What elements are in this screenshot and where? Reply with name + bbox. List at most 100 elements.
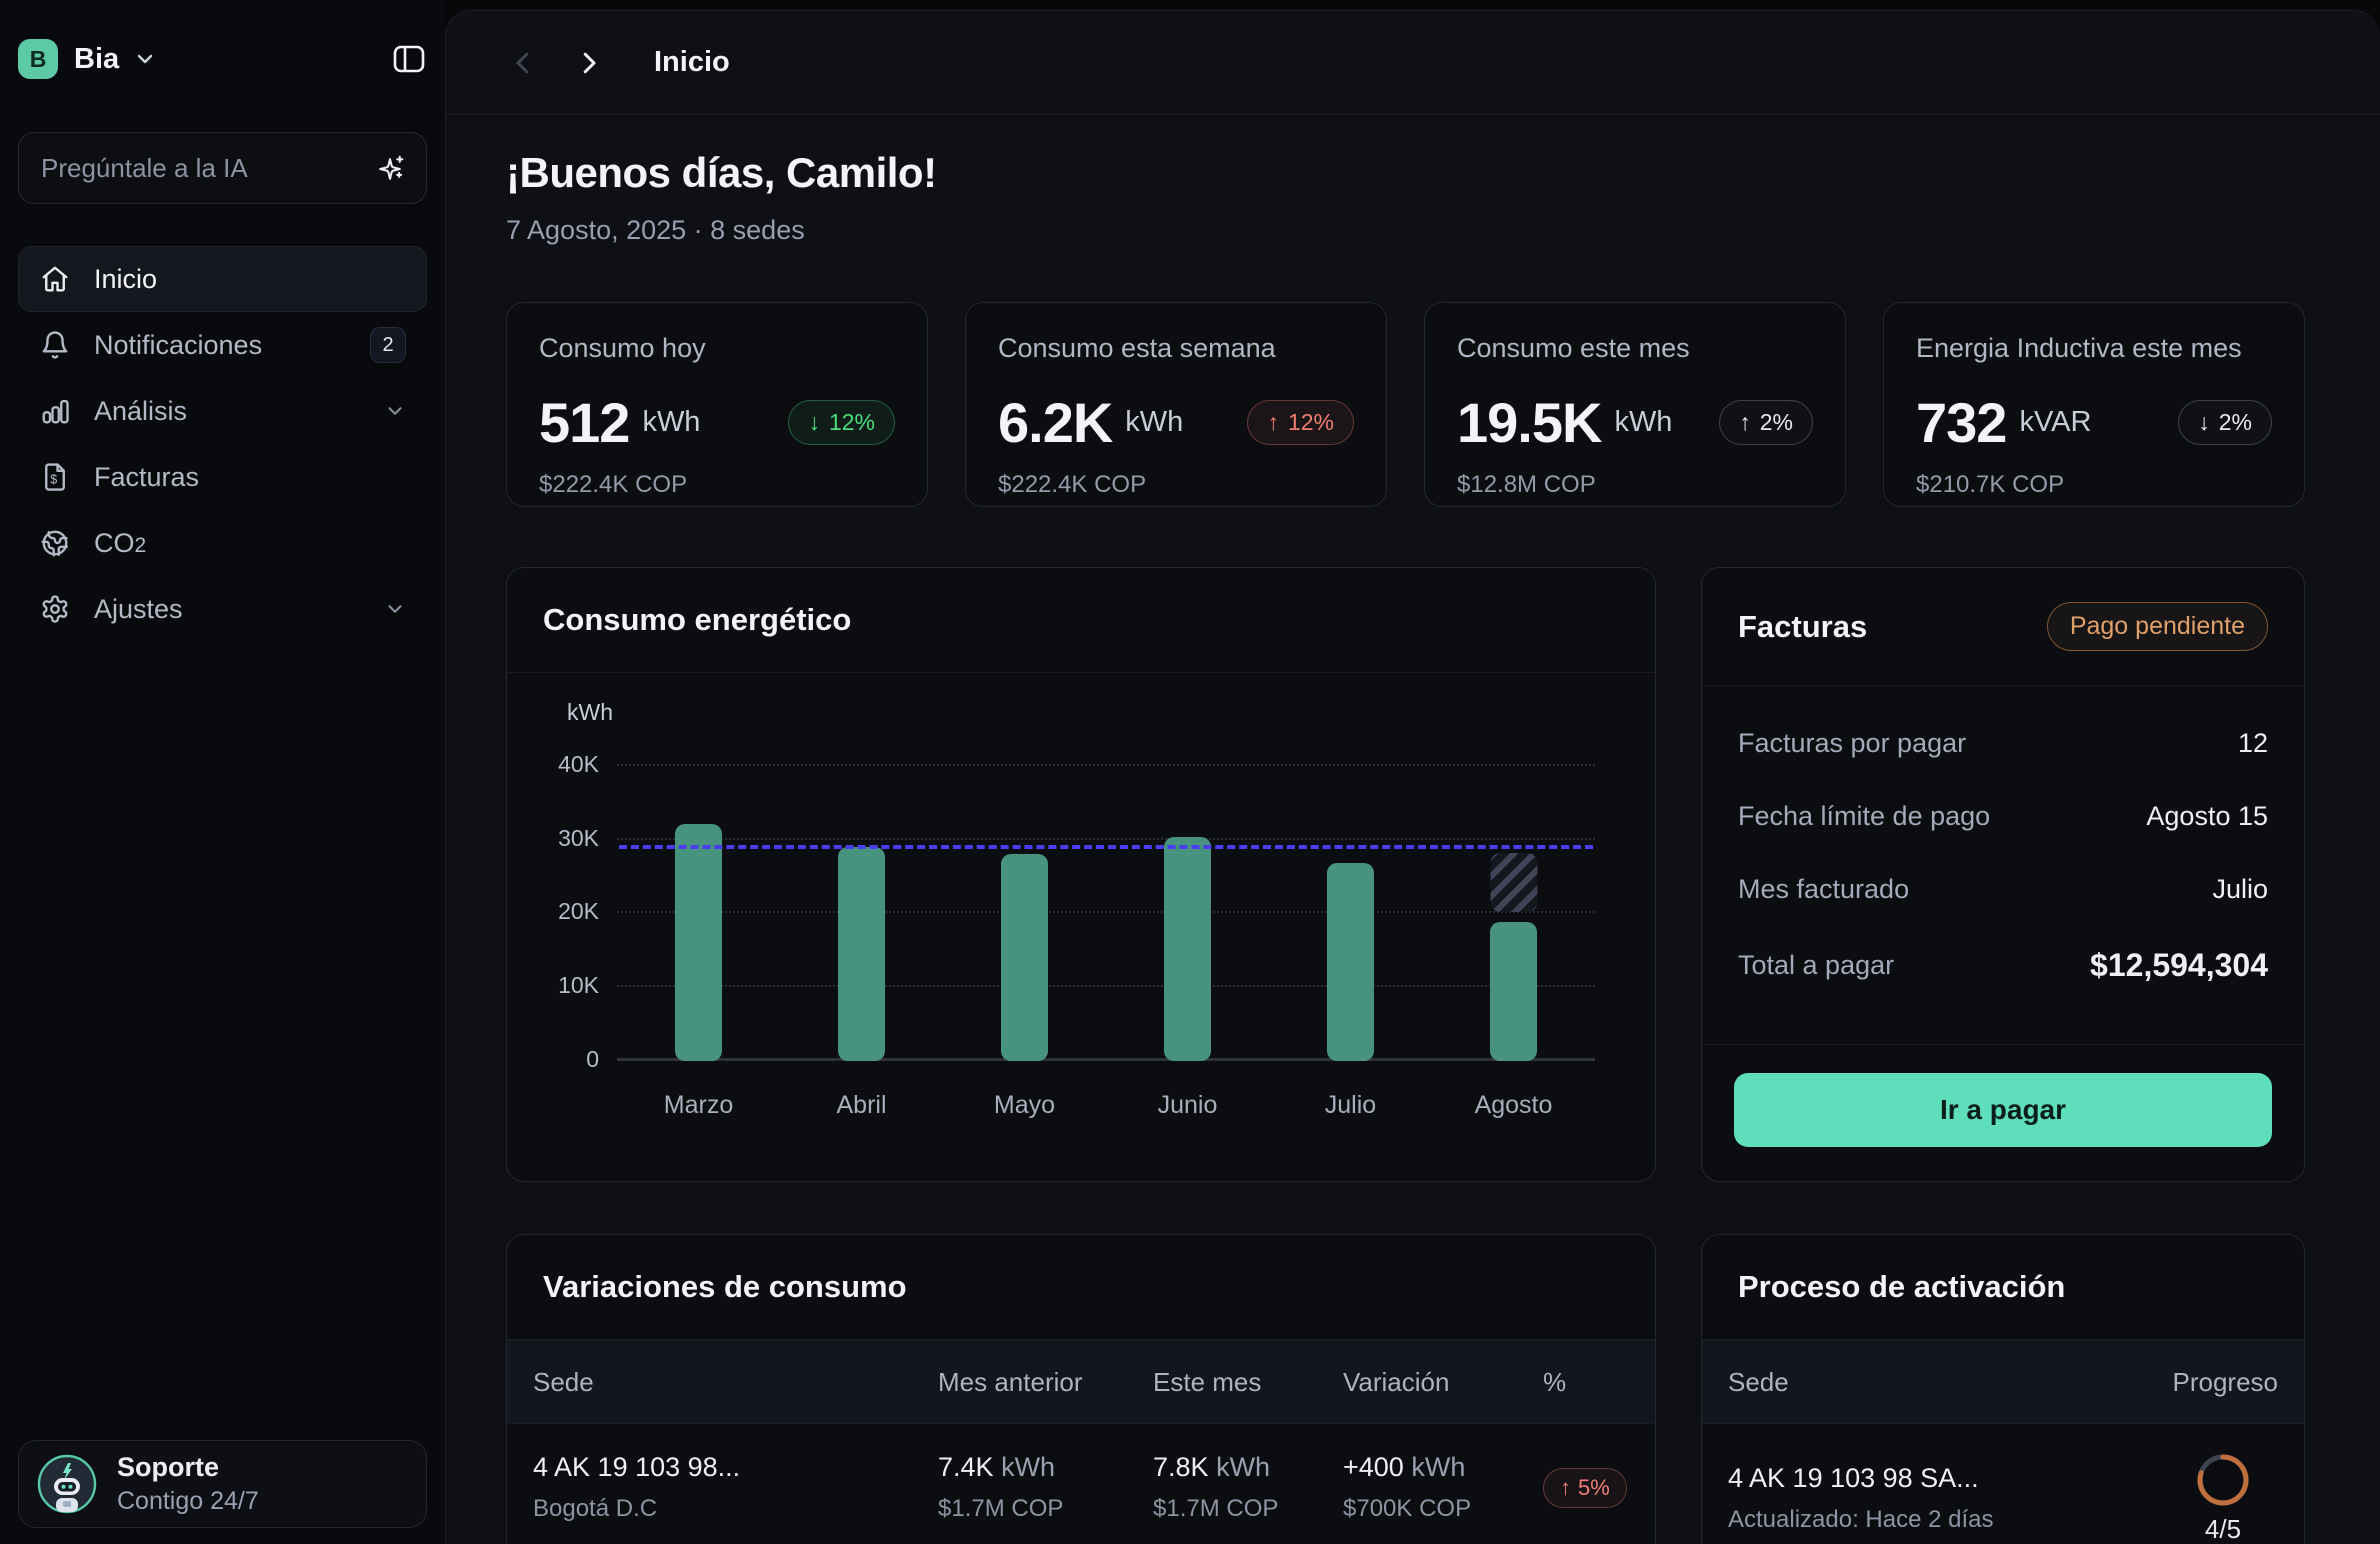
delta-badge: ↓2% [2178, 400, 2272, 445]
stat-card-consumo-hoy: Consumo hoy 512 kWh ↓12% $222.4K COP [506, 302, 928, 507]
facturas-row: Facturas por pagar12 [1738, 728, 2268, 759]
sidebar-item-inicio[interactable]: Inicio [18, 246, 427, 312]
stat-card-consumo-semana: Consumo esta semana 6.2K kWh ↑12% $222.4… [965, 302, 1387, 507]
facturas-row: Fecha límite de pagoAgosto 15 [1738, 801, 2268, 832]
sidebar-item-analisis[interactable]: Análisis [18, 378, 427, 444]
y-axis-unit-label: kWh [567, 699, 1595, 726]
facturas-row: Mes facturadoJulio [1738, 874, 2268, 905]
sidebar-item-facturas[interactable]: $ Facturas [18, 444, 427, 510]
x-tick-label: Junio [1106, 1091, 1269, 1120]
table-row[interactable]: 4 AK 19 103 98... Bogotá D.C 7.4K kWh $1… [507, 1424, 1655, 1544]
progress-label: 4/5 [2168, 1514, 2278, 1544]
svg-text:$: $ [50, 472, 57, 486]
table-row[interactable]: 4 AK 19 103 98 SA... Actualizado: Hace 2… [1702, 1424, 2304, 1544]
sidebar-item-ajustes[interactable]: Ajustes [18, 576, 427, 642]
topbar: Inicio [446, 11, 2380, 115]
x-tick-label: Marzo [617, 1091, 780, 1120]
bar-chart-icon [39, 396, 71, 426]
breadcrumb: Inicio [654, 46, 730, 79]
y-tick-label: 0 [553, 1046, 599, 1073]
support-subtitle: Contigo 24/7 [117, 1487, 259, 1516]
nav-forward-icon[interactable] [574, 48, 604, 78]
proceso-table-header: Sede Progreso [1702, 1340, 2304, 1424]
stat-value: 19.5K [1457, 390, 1601, 455]
delta-badge: ↓12% [788, 400, 895, 445]
sidebar-item-co2[interactable]: CO2 [18, 510, 427, 576]
este-mes-value: 7.8K kWh [1153, 1452, 1343, 1483]
stat-value: 6.2K [998, 390, 1112, 455]
y-tick-label: 10K [553, 972, 599, 999]
sparkles-icon [376, 153, 406, 183]
sidebar-item-label: Ajustes [94, 594, 183, 625]
bars-container [617, 766, 1595, 1061]
facturas-title: Facturas [1738, 609, 1867, 645]
delta-badge: ↑2% [1719, 400, 1813, 445]
ask-ai-box[interactable] [18, 132, 427, 204]
earth-icon [39, 528, 71, 558]
sede-updated: Actualizado: Hace 2 días [1728, 1506, 2168, 1534]
x-tick-label: Julio [1269, 1091, 1432, 1120]
stat-card-energia-inductiva: Energia Inductiva este mes 732 kVAR ↓2% … [1883, 302, 2305, 507]
main-panel: Inicio ¡Buenos días, Camilo! 7 Agosto, 2… [445, 10, 2380, 1544]
stat-unit: kWh [1125, 406, 1183, 439]
bar-abril[interactable] [838, 847, 885, 1061]
bell-icon [39, 330, 71, 360]
page-title: ¡Buenos días, Camilo! [506, 149, 2305, 197]
variacion-value: +400 kWh [1343, 1452, 1543, 1483]
chevron-down-icon [384, 598, 406, 620]
sidebar: B Bia Inicio Notificaciones 2 [0, 0, 445, 1544]
stat-title: Consumo esta semana [998, 333, 1354, 364]
support-robot-avatar [37, 1454, 97, 1514]
ask-ai-input[interactable] [41, 153, 376, 184]
nav-back-icon[interactable] [508, 48, 538, 78]
stat-value: 732 [1916, 390, 2006, 455]
stat-card-consumo-mes: Consumo este mes 19.5K kWh ↑2% $12.8M CO… [1424, 302, 1846, 507]
stat-title: Consumo hoy [539, 333, 895, 364]
mes-anterior-value: 7.4K kWh [938, 1452, 1153, 1483]
bar-mayo[interactable] [1001, 854, 1048, 1061]
pay-button[interactable]: Ir a pagar [1734, 1073, 2272, 1147]
chevron-down-icon [133, 47, 157, 71]
proceso-card: Proceso de activación Sede Progreso 4 AK… [1701, 1234, 2305, 1544]
bar-julio[interactable] [1327, 863, 1374, 1061]
stat-value: 512 [539, 390, 629, 455]
logo-mark: B [18, 39, 58, 79]
arrow-down-icon: ↓ [2198, 409, 2210, 436]
sidebar-item-notificaciones[interactable]: Notificaciones 2 [18, 312, 427, 378]
arrow-up-icon: ↑ [1739, 409, 1751, 436]
stat-cost: $222.4K COP [539, 471, 895, 499]
stat-unit: kWh [1614, 406, 1672, 439]
proceso-title: Proceso de activación [1738, 1269, 2065, 1305]
gear-icon [39, 594, 71, 624]
home-icon [39, 264, 71, 294]
support-card[interactable]: Soporte Contigo 24/7 [18, 1440, 427, 1528]
y-tick-label: 40K [553, 751, 599, 778]
bar-agosto[interactable] [1490, 922, 1537, 1061]
variaciones-table-header: Sede Mes anterior Este mes Variación % [507, 1340, 1655, 1424]
sidebar-toggle-icon[interactable] [391, 41, 427, 77]
y-tick-label: 30K [553, 825, 599, 852]
sidebar-nav: Inicio Notificaciones 2 Análisis $ Factu… [18, 246, 427, 642]
facturas-row-total: Total a pagar$12,594,304 [1738, 947, 2268, 984]
consumption-chart-plot: 010K20K30K40K [617, 766, 1595, 1061]
sede-name: 4 AK 19 103 98 SA... [1728, 1463, 2168, 1494]
notifications-count-badge: 2 [370, 327, 406, 363]
bar-junio[interactable] [1164, 837, 1211, 1061]
arrow-up-icon: ↑ [1560, 1475, 1571, 1501]
stat-cards-row: Consumo hoy 512 kWh ↓12% $222.4K COP Con… [506, 302, 2305, 507]
workspace-switcher[interactable]: B Bia [18, 36, 427, 82]
y-tick-label: 20K [553, 898, 599, 925]
sidebar-item-label: Notificaciones [94, 330, 262, 361]
stat-unit: kVAR [2019, 406, 2091, 439]
support-title: Soporte [117, 1452, 259, 1483]
sede-name: 4 AK 19 103 98... [533, 1452, 938, 1483]
projected-bar-agosto [1490, 853, 1537, 912]
sidebar-item-label: Facturas [94, 462, 199, 493]
workspace-name: Bia [74, 43, 119, 76]
bar-marzo[interactable] [675, 824, 722, 1061]
arrow-down-icon: ↓ [808, 409, 820, 436]
chart-title: Consumo energético [543, 602, 851, 638]
stat-title: Energia Inductiva este mes [1916, 333, 2272, 364]
variaciones-card: Variaciones de consumo Sede Mes anterior… [506, 1234, 1656, 1544]
stat-cost: $12.8M COP [1457, 471, 1813, 499]
